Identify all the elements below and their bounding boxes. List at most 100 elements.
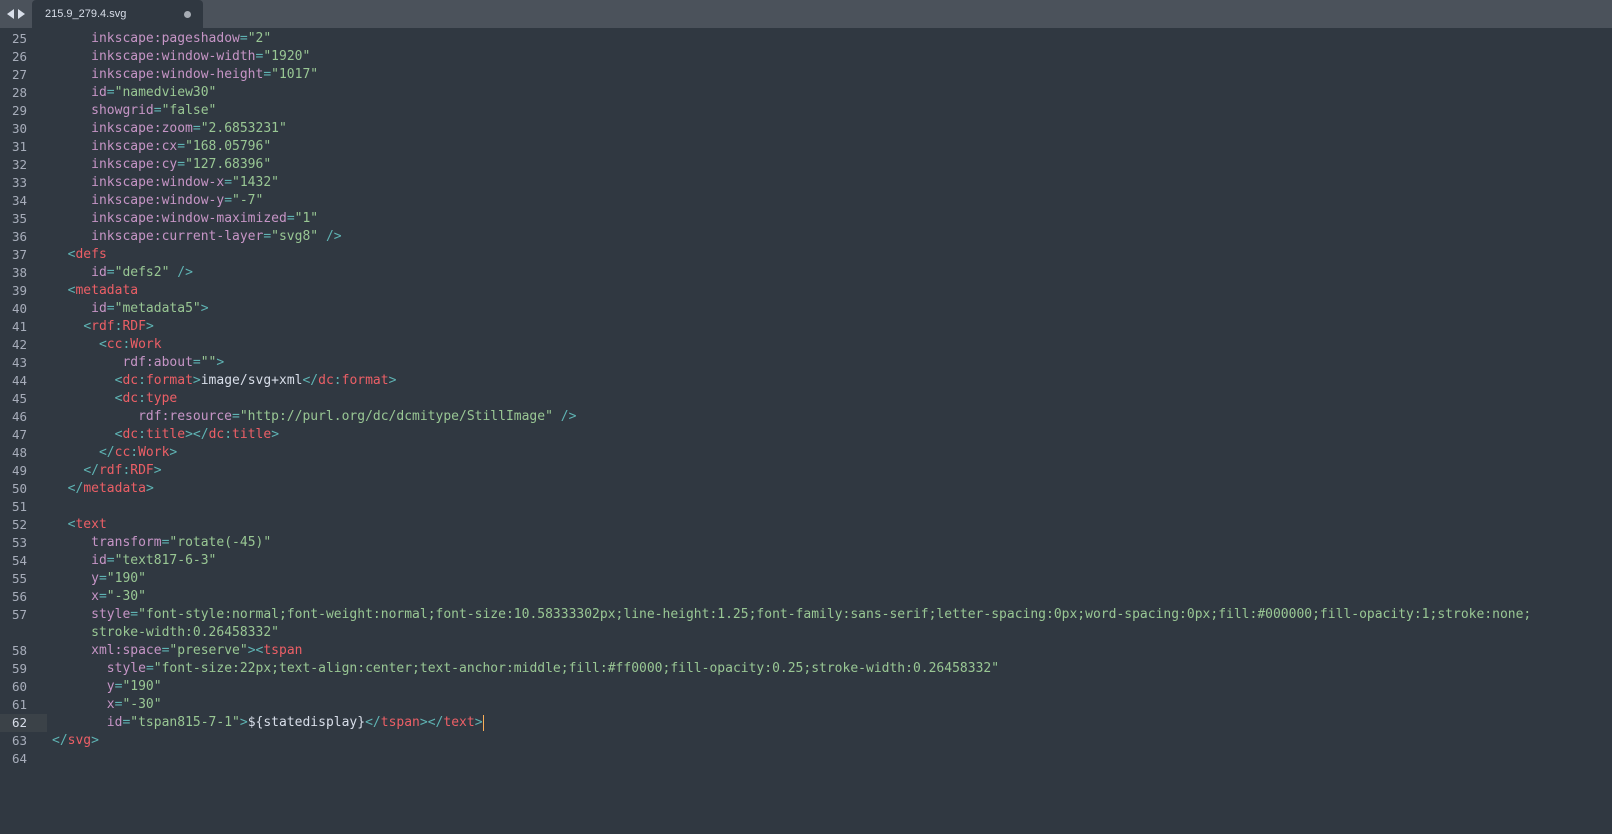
token-tag: text xyxy=(75,517,107,532)
code-text: <cc:Work xyxy=(52,336,162,354)
code-line[interactable]: 34 inkscape:window-y="-7" xyxy=(0,192,1612,210)
code-line[interactable]: 31 inkscape:cx="168.05796" xyxy=(0,138,1612,156)
code-line[interactable]: 29 showgrid="false" xyxy=(0,102,1612,120)
code-line[interactable]: 54 id="text817-6-3" xyxy=(0,552,1612,570)
token-str: "1920" xyxy=(263,49,311,64)
line-number: 38 xyxy=(11,265,27,280)
code-text: inkscape:window-maximized="1" xyxy=(52,210,318,228)
code-line[interactable]: 33 inkscape:window-x="1432" xyxy=(0,174,1612,192)
code-text: </rdf:RDF> xyxy=(52,462,161,480)
token-punc: > xyxy=(192,373,201,388)
arrow-right-icon[interactable] xyxy=(18,9,25,19)
line-number: 55 xyxy=(11,571,27,586)
code-line[interactable]: 58 xml:space="preserve"><tspan xyxy=(0,642,1612,660)
line-number: 37 xyxy=(11,247,27,262)
code-line[interactable]: 40 id="metadata5"> xyxy=(0,300,1612,318)
token-str: "http://purl.org/dc/dcmitype/StillImage" xyxy=(239,409,553,424)
code-text: id="defs2" /> xyxy=(52,264,193,282)
token-tag: text xyxy=(443,715,475,730)
token-attr: inkscape:window-width xyxy=(91,49,256,64)
code-editor[interactable]: 25 inkscape:pageshadow="2" 26 inkscape:wi… xyxy=(0,30,1612,834)
code-line[interactable]: 49 </rdf:RDF> xyxy=(0,462,1612,480)
code-line[interactable]: 63 </svg> xyxy=(0,732,1612,750)
token-tag: tspan xyxy=(263,643,303,658)
code-text: inkscape:window-height="1017" xyxy=(52,66,318,84)
token-punc: </ xyxy=(83,463,99,478)
token-str: "2" xyxy=(247,31,272,46)
token-tag: svg xyxy=(67,733,92,748)
token-str: "rotate(-45)" xyxy=(169,535,272,550)
code-line[interactable]: 50 </metadata> xyxy=(0,480,1612,498)
line-number: 52 xyxy=(11,517,27,532)
line-number: 27 xyxy=(11,67,27,82)
code-line[interactable]: 32 inkscape:cy="127.68396" xyxy=(0,156,1612,174)
unsaved-dot-icon[interactable] xyxy=(184,11,191,18)
file-tab-name: 215.9_279.4.svg xyxy=(45,8,127,20)
token-punc: = xyxy=(130,607,139,622)
token-str: "" xyxy=(200,355,217,370)
code-line[interactable]: 27 inkscape:window-height="1017" xyxy=(0,66,1612,84)
arrow-left-icon[interactable] xyxy=(7,9,14,19)
code-line[interactable]: 42 <cc:Work xyxy=(0,336,1612,354)
token-punc: = xyxy=(232,409,240,424)
code-line[interactable]: 51 xyxy=(0,498,1612,516)
code-line[interactable]: 47 <dc:title></dc:title> xyxy=(0,426,1612,444)
token-str: "false" xyxy=(161,103,217,118)
token-punc: > xyxy=(169,445,178,460)
line-number: 54 xyxy=(11,553,27,568)
token-punc: = xyxy=(224,175,233,190)
file-tab[interactable]: 215.9_279.4.svg xyxy=(32,0,203,28)
token-attr: id xyxy=(91,301,107,316)
token-tag: Work xyxy=(138,445,170,460)
token-punc: > xyxy=(388,373,397,388)
code-line[interactable]: 35 inkscape:window-maximized="1" xyxy=(0,210,1612,228)
line-number: 49 xyxy=(11,463,27,478)
code-line[interactable]: 39 <metadata xyxy=(0,282,1612,300)
code-text: x="-30" xyxy=(52,588,146,606)
code-line[interactable]: 48 </cc:Work> xyxy=(0,444,1612,462)
code-line[interactable]: 45 <dc:type xyxy=(0,390,1612,408)
code-line[interactable]: 56 x="-30" xyxy=(0,588,1612,606)
code-line[interactable]: 36 inkscape:current-layer="svg8" /> xyxy=(0,228,1612,246)
token-punc: /> xyxy=(552,409,577,424)
code-text: <defs xyxy=(52,246,107,264)
tab-nav-arrows[interactable] xyxy=(2,0,30,28)
token-attr: id xyxy=(106,715,123,730)
code-text: <dc:type xyxy=(52,390,178,408)
code-text: <dc:format>image/svg+xml</dc:format> xyxy=(52,372,397,390)
code-text: stroke-width:0.26458332" xyxy=(52,624,279,642)
code-line[interactable]: 53 transform="rotate(-45)" xyxy=(0,534,1612,552)
code-line[interactable]: 57 style="font-style:normal;font-weight:… xyxy=(0,606,1612,624)
line-number: 64 xyxy=(11,751,27,766)
code-line[interactable]: stroke-width:0.26458332" xyxy=(0,624,1612,642)
code-line[interactable]: 64 xyxy=(0,750,1612,768)
code-line[interactable]: 30 inkscape:zoom="2.6853231" xyxy=(0,120,1612,138)
token-attr: inkscape:cx xyxy=(91,139,178,154)
token-str: "1" xyxy=(294,211,319,226)
code-line[interactable]: 60 y="190" xyxy=(0,678,1612,696)
code-line[interactable]: 41 <rdf:RDF> xyxy=(0,318,1612,336)
code-line[interactable]: 52 <text xyxy=(0,516,1612,534)
code-line[interactable]: 28 id="namedview30" xyxy=(0,84,1612,102)
code-text: id="text817-6-3" xyxy=(52,552,216,570)
code-text: <metadata xyxy=(52,282,138,300)
token-punc: </ xyxy=(302,373,319,388)
token-tag: title xyxy=(145,427,186,442)
code-text: inkscape:zoom="2.6853231" xyxy=(52,120,287,138)
code-line[interactable]: 38 id="defs2" /> xyxy=(0,264,1612,282)
code-line[interactable]: 61 x="-30" xyxy=(0,696,1612,714)
code-line[interactable]: 59 style="font-size:22px;text-align:cent… xyxy=(0,660,1612,678)
code-text: inkscape:current-layer="svg8" /> xyxy=(52,228,341,246)
code-line[interactable]: 26 inkscape:window-width="1920" xyxy=(0,48,1612,66)
code-line[interactable]: 44 <dc:format>image/svg+xml</dc:format> xyxy=(0,372,1612,390)
code-line[interactable]: 62 id="tspan815-7-1">${statedisplay}</ts… xyxy=(0,714,1612,732)
code-line[interactable]: 37 <defs xyxy=(0,246,1612,264)
token-tag: tspan xyxy=(380,715,420,730)
code-line[interactable]: 46 rdf:resource="http://purl.org/dc/dcmi… xyxy=(0,408,1612,426)
code-line[interactable]: 43 rdf:about=""> xyxy=(0,354,1612,372)
line-number xyxy=(0,624,47,642)
code-line[interactable]: 55 y="190" xyxy=(0,570,1612,588)
token-str: "127.68396" xyxy=(185,157,272,172)
text-caret xyxy=(482,714,484,731)
code-line[interactable]: 25 inkscape:pageshadow="2" xyxy=(0,30,1612,48)
